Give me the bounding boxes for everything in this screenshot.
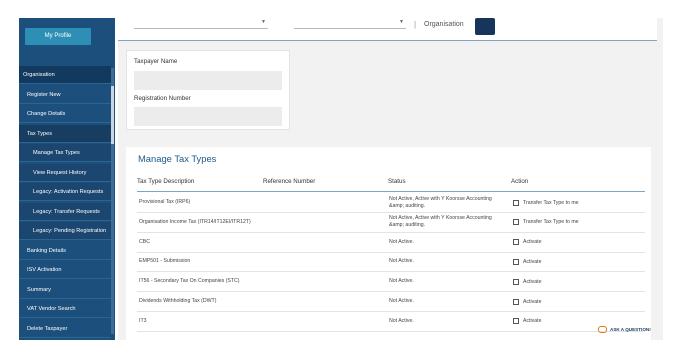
organisation-select[interactable]: ▼ [294, 18, 406, 29]
tax-type-description: CBC [139, 238, 150, 245]
organisation-label: Organisation [424, 21, 464, 28]
action-checkbox[interactable] [513, 298, 519, 305]
table-row: EMP501 - Submission Not Active. Activate [137, 252, 645, 273]
organisation-logo [475, 18, 495, 35]
table-row: IT3 Not Active. Activate [137, 312, 645, 332]
action-checkbox-group[interactable]: Transfer Tax Type to me [513, 213, 579, 232]
sidebar-item-view-request-history[interactable]: View Request History [19, 163, 111, 182]
sidebar-item-legacy-activation-requests[interactable]: Legacy: Activation Requests [19, 183, 111, 201]
action-checkbox[interactable] [513, 199, 519, 206]
taxpayer-select[interactable]: ▼ [134, 18, 268, 29]
manage-tax-types-panel: Manage Tax Types Tax Type Description Re… [126, 147, 651, 340]
action-label: Activate [523, 278, 542, 285]
table-row: IT56 - Secondary Tax On Companies (STC) N… [137, 272, 645, 293]
action-label: Activate [523, 239, 542, 246]
sidebar-item-register-new[interactable]: Register New [19, 86, 111, 104]
tax-type-description: Provisional Tax (IRP6) [139, 199, 191, 205]
sidebar-item-manage-tax-types[interactable]: Manage Tax Types [19, 144, 111, 162]
tax-type-description: Organisation Income Tax (ITR14/IT12EI/IT… [139, 218, 251, 225]
registration-number-label: Registration Number [134, 95, 191, 102]
sidebar: My Profile Organisation Register New Chang… [19, 18, 115, 340]
action-checkbox-group[interactable]: Activate [513, 272, 541, 291]
action-label: Activate [523, 318, 542, 325]
sidebar-item-legacy-pending-registration[interactable]: Legacy: Pending Registration [19, 222, 111, 240]
column-header-status: Status [388, 178, 406, 185]
sidebar-item-change-details[interactable]: Change Details [19, 105, 111, 123]
taxpayer-card: Taxpayer Name Registration Number [126, 50, 290, 130]
action-checkbox[interactable] [513, 258, 519, 265]
chevron-down-icon: ▼ [399, 19, 404, 25]
org-selector-bar: ▼ ▼ | Organisation [118, 18, 663, 41]
status-text: Not Active, Active with Y Koorsse Accoun… [389, 215, 492, 229]
status-text: Not Active. [389, 317, 414, 324]
tax-type-description: IT3 [139, 317, 147, 324]
tax-type-description: Dividends Withholding Tax (DWT) [139, 298, 217, 304]
table-row: CBC Not Active. Activate [137, 233, 645, 253]
action-checkbox[interactable] [513, 219, 519, 226]
action-checkbox[interactable] [513, 239, 519, 246]
action-checkbox[interactable] [513, 278, 519, 285]
sidebar-scrollbar-thumb[interactable] [111, 86, 114, 144]
table-row: Dividends Withholding Tax (DWT) Not Activ… [137, 292, 645, 312]
table-row: Organisation Income Tax (ITR14/IT12EI/IT… [137, 213, 645, 233]
sidebar-header: My Profile [19, 18, 115, 64]
tax-type-description: EMP501 - Submission [139, 258, 191, 265]
action-checkbox-group[interactable]: Activate [513, 252, 541, 271]
column-header-reference: Reference Number [263, 178, 316, 185]
action-label: Transfer Tax Type to me [523, 219, 579, 226]
sidebar-item-banking-details[interactable]: Banking Details [19, 242, 111, 260]
sidebar-item-delete-taxpayer[interactable]: Delete Taxpayer [19, 320, 111, 338]
ask-a-question-button[interactable]: ASK A QUESTION! [598, 324, 651, 334]
status-text: Not Active. [389, 278, 414, 285]
chat-bubble-icon [598, 325, 607, 333]
tax-type-description: IT56 - Secondary Tax On Companies (STC) [139, 278, 240, 285]
column-header-action: Action [511, 178, 529, 185]
action-checkbox-group[interactable]: Activate [513, 233, 541, 252]
main-content: ▼ ▼ | Organisation Taxpayer Name Registr… [118, 18, 663, 340]
sidebar-item-legacy-transfer-requests[interactable]: Legacy: Transfer Requests [19, 202, 111, 221]
taxpayer-name-label: Taxpayer Name [134, 58, 178, 65]
status-text: Not Active. [389, 238, 414, 245]
separator: | [414, 20, 417, 29]
table-row: Provisional Tax (IRP6) Not Active, Active… [137, 193, 645, 213]
status-text: Not Active. [389, 258, 414, 265]
action-label: Activate [523, 258, 542, 265]
taxpayer-name-field [134, 71, 282, 90]
status-text: Not Active, Active with Y Koorsse Accoun… [389, 195, 492, 209]
column-header-description: Tax Type Description [137, 178, 195, 185]
ask-a-question-label: ASK A QUESTION! [610, 326, 651, 332]
panel-title: Manage Tax Types [138, 153, 217, 164]
sidebar-item-organisation[interactable]: Organisation [19, 66, 111, 84]
chevron-down-icon: ▼ [261, 19, 266, 25]
action-label: Activate [523, 298, 542, 305]
sidebar-item-isv-activation[interactable]: ISV Activation [19, 261, 111, 279]
action-label: Transfer Tax Type to me [523, 199, 579, 206]
action-checkbox-group[interactable]: Activate [513, 292, 541, 311]
sidebar-item-vat-vendor-search[interactable]: VAT Vendor Search [19, 300, 111, 318]
registration-number-field [134, 107, 282, 126]
status-text: Not Active. [389, 298, 414, 304]
my-profile-button[interactable]: My Profile [25, 28, 91, 45]
action-checkbox-group[interactable]: Transfer Tax Type to me [513, 193, 579, 212]
sidebar-item-tax-types[interactable]: Tax Types [19, 124, 111, 143]
sidebar-scrollbar[interactable] [111, 68, 114, 334]
main-scrollbar[interactable] [657, 18, 663, 340]
header-divider [137, 191, 645, 192]
action-checkbox[interactable] [513, 318, 519, 325]
sidebar-item-summary[interactable]: Summary [19, 281, 111, 299]
action-checkbox-group[interactable]: Activate [513, 312, 541, 331]
